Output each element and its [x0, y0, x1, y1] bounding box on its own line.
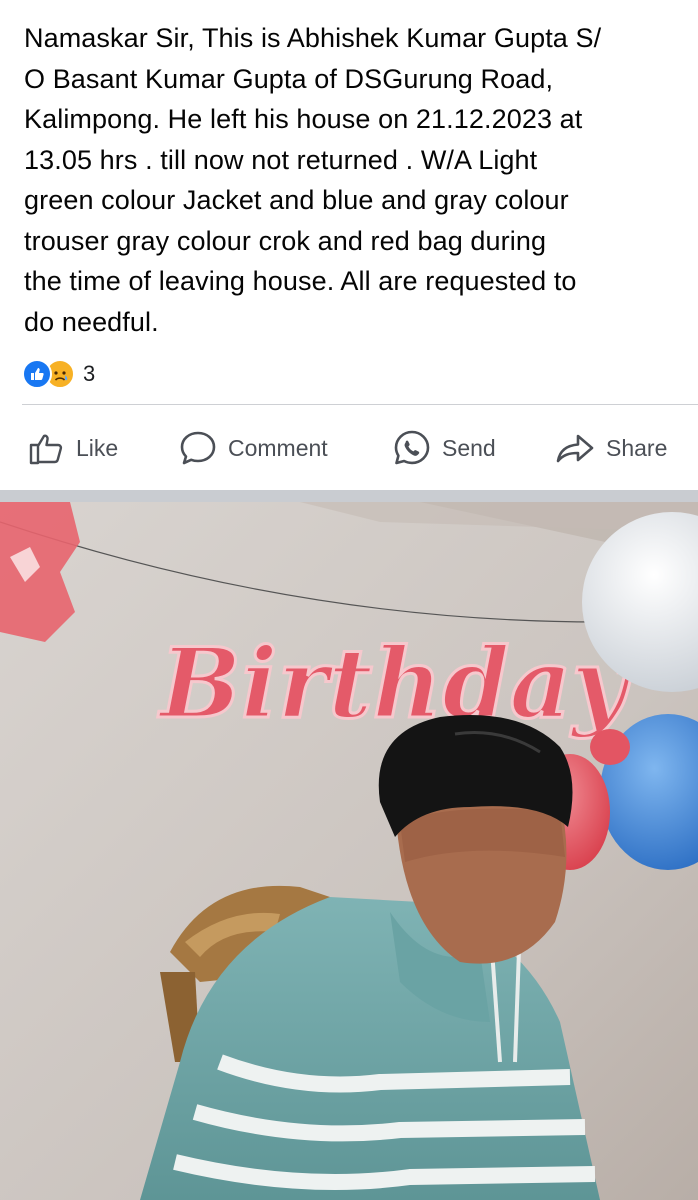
share-icon: [556, 434, 594, 463]
reactions-summary[interactable]: 3: [22, 358, 95, 390]
share-button[interactable]: Share: [554, 420, 667, 476]
thumbs-up-icon: [29, 434, 63, 465]
send-button[interactable]: Send: [392, 420, 496, 476]
post-actions-bar: Like Comment Send Share: [0, 420, 698, 476]
divider: [22, 404, 698, 405]
comment-icon: [180, 431, 216, 465]
post-text: Namaskar Sir, This is Abhishek Kumar Gup…: [24, 23, 602, 337]
like-reaction-icon: [22, 359, 52, 389]
like-label: Like: [76, 434, 119, 461]
post-photo[interactable]: Birthday: [0, 502, 698, 1200]
feed-separator: [0, 490, 698, 502]
banner-text: Birthday: [157, 627, 634, 740]
whatsapp-icon: [394, 430, 430, 465]
share-label: Share: [606, 434, 668, 461]
comment-label: Comment: [228, 434, 328, 461]
comment-button[interactable]: Comment: [178, 420, 328, 476]
reaction-count: 3: [83, 361, 96, 386]
like-button[interactable]: Like: [26, 420, 118, 476]
send-label: Send: [442, 434, 496, 461]
